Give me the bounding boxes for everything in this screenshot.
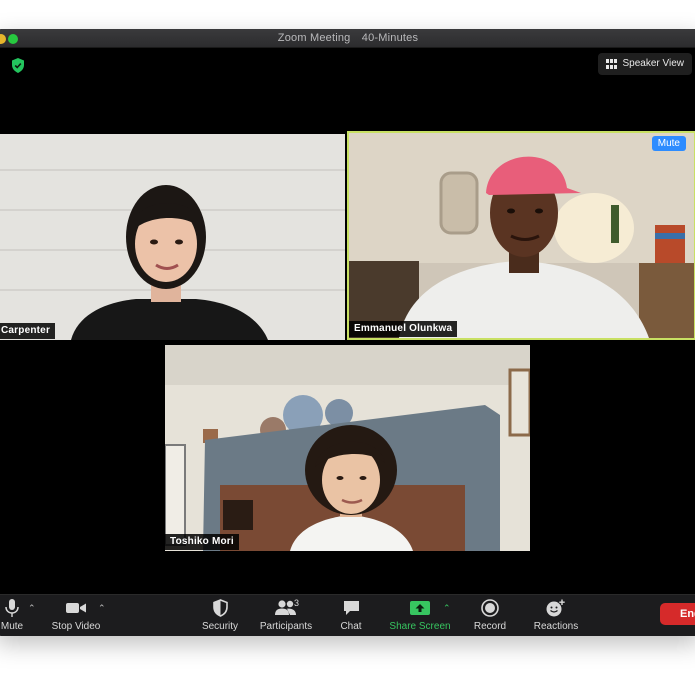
reactions-label: Reactions [533, 621, 579, 632]
security-label: Security [201, 621, 239, 632]
share-screen-label: Share Screen [389, 621, 451, 632]
encryption-shield-icon[interactable] [11, 58, 25, 73]
reactions-button[interactable]: Reactions [530, 599, 582, 632]
zoom-window: Zoom Meeting 40-Minutes Speaker View Car… [0, 29, 695, 636]
participants-count: 3 [294, 598, 300, 608]
participants-button[interactable]: 3 Participants [256, 598, 316, 632]
participant-name-label: Toshiko Mori [165, 534, 239, 550]
share-options-caret-icon[interactable]: ⌃ [443, 603, 451, 614]
title-bar: Zoom Meeting 40-Minutes [0, 29, 695, 48]
audio-options-caret-icon[interactable]: ⌃ [28, 603, 36, 614]
share-screen-icon [410, 601, 430, 615]
video-tile-toshiko-mori[interactable]: Toshiko Mori [165, 345, 530, 551]
chat-label: Chat [340, 621, 362, 632]
record-button[interactable]: Record [471, 599, 509, 632]
grid-icon [606, 59, 618, 69]
record-label: Record [473, 621, 507, 632]
record-icon [481, 599, 499, 617]
participant-video-toshiko-mori [165, 345, 530, 551]
mute-participant-button[interactable]: Mute [651, 136, 686, 151]
participant-video-carpenter [0, 134, 345, 340]
meeting-controls-toolbar: Mute ⌃ Stop Video ⌃ Security 3 Participa… [0, 594, 695, 636]
security-shield-icon [212, 599, 228, 617]
participant-video-emmanuel-olunkwa [349, 133, 694, 338]
stop-video-button[interactable]: Stop Video [48, 599, 104, 632]
speaker-view-button[interactable]: Speaker View [598, 53, 692, 75]
window-title: Zoom Meeting 40-Minutes [0, 32, 695, 44]
security-button[interactable]: Security [200, 599, 240, 632]
video-tile-carpenter[interactable]: Carpenter [0, 134, 345, 340]
video-options-caret-icon[interactable]: ⌃ [98, 603, 106, 614]
mute-label: Mute [0, 621, 24, 632]
video-camera-icon [66, 603, 86, 613]
speaker-view-label: Speaker View [622, 58, 684, 69]
chat-button[interactable]: Chat [336, 599, 366, 632]
end-meeting-button[interactable]: End [660, 603, 695, 625]
window-subtitle-text: 40-Minutes [361, 32, 419, 44]
window-title-text: Zoom Meeting [277, 32, 351, 44]
video-tile-emmanuel-olunkwa[interactable]: Mute Emmanuel Olunkwa [347, 131, 695, 340]
mute-button[interactable]: Mute [0, 599, 26, 632]
chat-bubble-icon [343, 601, 359, 615]
participants-label: Participants [259, 621, 313, 632]
microphone-icon [5, 599, 19, 617]
stop-video-label: Stop Video [51, 621, 101, 632]
participant-name-label: Emmanuel Olunkwa [349, 321, 458, 337]
smiley-plus-icon [546, 599, 565, 617]
participant-name-label: Carpenter [0, 323, 56, 339]
